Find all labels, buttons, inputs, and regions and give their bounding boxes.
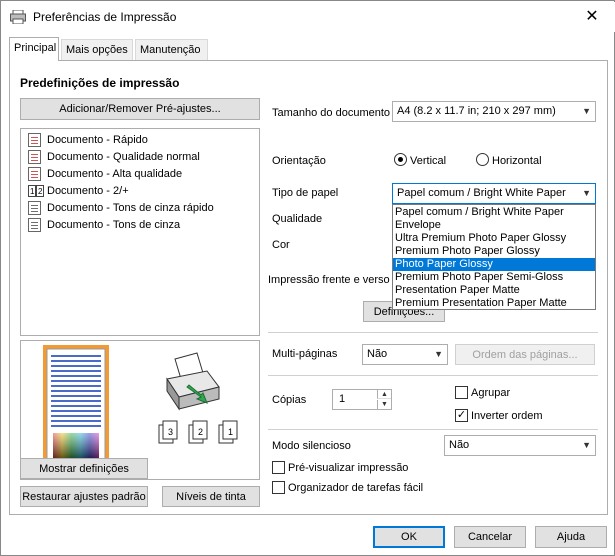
document-size-select[interactable]: A4 (8.2 x 11.7 in; 210 x 297 mm) ▼ bbox=[392, 101, 596, 122]
document-icon bbox=[28, 133, 41, 147]
orientation-vertical-radio[interactable] bbox=[394, 153, 407, 166]
printer-icon bbox=[10, 10, 26, 24]
list-item-label: Documento - Qualidade normal bbox=[47, 151, 200, 163]
list-item-label: Documento - Tons de cinza rápido bbox=[47, 202, 214, 214]
document-size-label: Tamanho do documento bbox=[272, 107, 391, 119]
print-preview-label: Pré-visualizar impressão bbox=[288, 462, 409, 474]
svg-text:2: 2 bbox=[38, 187, 43, 196]
document-icon bbox=[28, 167, 41, 181]
paper-type-select[interactable]: Papel comum / Bright White Paper ▼ bbox=[392, 183, 596, 204]
dropdown-option[interactable]: Ultra Premium Photo Paper Glossy bbox=[393, 232, 595, 245]
reverse-order-checkbox[interactable]: ✓ bbox=[455, 409, 468, 422]
divider bbox=[268, 429, 598, 430]
quiet-mode-label: Modo silencioso bbox=[272, 440, 351, 452]
divider bbox=[268, 375, 598, 376]
list-item-label: Documento - Rápido bbox=[47, 134, 148, 146]
copy-number: 1 bbox=[228, 427, 233, 437]
copies-stepper[interactable]: 1 ▲ ▼ bbox=[332, 389, 392, 410]
dropdown-option[interactable]: Premium Photo Paper Glossy bbox=[393, 245, 595, 258]
presets-heading: Predefinições de impressão bbox=[20, 76, 180, 90]
ok-button[interactable]: OK bbox=[373, 526, 445, 548]
page-order-button[interactable]: Ordem das páginas... bbox=[455, 344, 595, 365]
list-item-label: Documento - Tons de cinza bbox=[47, 219, 181, 231]
multipage-select[interactable]: Não ▼ bbox=[362, 344, 448, 365]
document-icon bbox=[28, 201, 41, 215]
collate-checkbox[interactable] bbox=[455, 386, 468, 399]
restore-defaults-button[interactable]: Restaurar ajustes padrão bbox=[20, 486, 148, 507]
dropdown-option[interactable]: Envelope bbox=[393, 219, 595, 232]
window-title: Preferências de Impressão bbox=[33, 10, 177, 24]
svg-text:1: 1 bbox=[30, 187, 35, 196]
chevron-down-icon: ▼ bbox=[582, 188, 591, 198]
divider bbox=[268, 332, 598, 333]
reverse-order-label: Inverter ordem bbox=[471, 410, 543, 422]
arrow-down-icon[interactable]: ▼ bbox=[377, 400, 391, 409]
print-preferences-window: Preferências de Impressão ✕ Principal Ma… bbox=[0, 0, 615, 556]
tab-mais-opcoes[interactable]: Mais opções bbox=[61, 39, 133, 61]
multipage-value: Não bbox=[367, 348, 388, 360]
document-icon bbox=[28, 218, 41, 232]
quiet-mode-select[interactable]: Não ▼ bbox=[444, 435, 596, 456]
paper-type-value: Papel comum / Bright White Paper bbox=[397, 187, 566, 199]
dropdown-option[interactable]: Premium Photo Paper Semi-Gloss bbox=[393, 271, 595, 284]
copy-number: 3 bbox=[168, 427, 173, 437]
close-icon[interactable]: ✕ bbox=[575, 4, 609, 30]
orientation-vertical-label: Vertical bbox=[410, 155, 447, 167]
copies-value: 1 bbox=[339, 393, 346, 405]
duplex-label: Impressão frente e verso bbox=[268, 274, 390, 286]
ink-levels-button[interactable]: Níveis de tinta bbox=[162, 486, 260, 507]
help-button[interactable]: Ajuda bbox=[535, 526, 607, 548]
presets-list[interactable]: Documento - Rápido Documento - Qualidade… bbox=[20, 128, 260, 336]
cancel-button[interactable]: Cancelar bbox=[454, 526, 526, 548]
tab-principal[interactable]: Principal bbox=[9, 37, 59, 61]
print-preview-checkbox[interactable] bbox=[272, 461, 285, 474]
list-item-label: Documento - Alta qualidade bbox=[47, 168, 183, 180]
collate-label: Agrupar bbox=[471, 387, 511, 399]
paper-type-dropdown-list[interactable]: Papel comum / Bright White Paper Envelop… bbox=[392, 204, 596, 310]
dropdown-option-highlighted[interactable]: Photo Paper Glossy bbox=[393, 258, 595, 271]
quality-label: Qualidade bbox=[272, 213, 323, 225]
chevron-down-icon: ▼ bbox=[434, 349, 443, 359]
dropdown-option[interactable]: Premium Presentation Paper Matte bbox=[393, 297, 595, 310]
copy-number: 2 bbox=[198, 427, 203, 437]
list-item-label: Documento - 2/+ bbox=[47, 185, 129, 197]
job-arranger-label: Organizador de tarefas fácil bbox=[288, 482, 424, 494]
quiet-mode-value: Não bbox=[449, 439, 470, 451]
orientation-horizontal-radio[interactable] bbox=[476, 153, 489, 166]
arrow-up-icon[interactable]: ▲ bbox=[377, 390, 391, 399]
orientation-label: Orientação bbox=[272, 155, 326, 167]
chevron-down-icon: ▼ bbox=[582, 440, 591, 450]
document-size-value: A4 (8.2 x 11.7 in; 210 x 297 mm) bbox=[397, 105, 556, 117]
add-remove-presets-button[interactable]: Adicionar/Remover Pré-ajustes... bbox=[20, 98, 260, 120]
color-label: Cor bbox=[272, 239, 290, 251]
two-up-icon: 1 2 bbox=[28, 185, 44, 197]
dropdown-option[interactable]: Papel comum / Bright White Paper bbox=[393, 206, 595, 219]
chevron-down-icon: ▼ bbox=[582, 106, 591, 116]
tab-manutencao[interactable]: Manutenção bbox=[135, 39, 208, 61]
dropdown-option[interactable]: Presentation Paper Matte bbox=[393, 284, 595, 297]
multipage-label: Multi-páginas bbox=[272, 348, 338, 360]
show-settings-button[interactable]: Mostrar definições bbox=[20, 458, 148, 479]
document-icon bbox=[28, 150, 41, 164]
copies-label: Cópias bbox=[272, 394, 307, 406]
job-arranger-checkbox[interactable] bbox=[272, 481, 285, 494]
orientation-horizontal-label: Horizontal bbox=[492, 155, 542, 167]
title-bar: Preferências de Impressão ✕ bbox=[2, 2, 615, 32]
paper-type-label: Tipo de papel bbox=[272, 187, 339, 199]
